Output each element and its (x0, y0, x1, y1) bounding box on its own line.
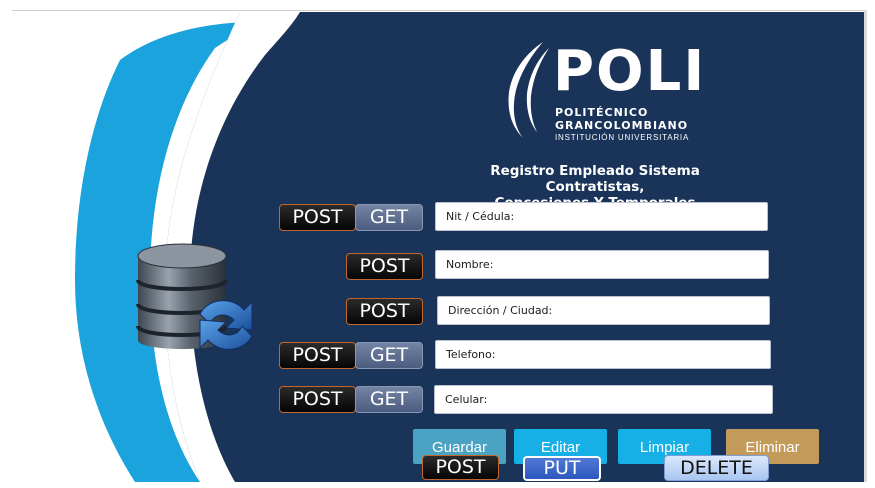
telefono-get-badge[interactable]: GET (355, 342, 423, 369)
poli-flame-icon (508, 42, 549, 138)
celular-field[interactable]: Celular: (434, 385, 773, 414)
celular-get-badge[interactable]: GET (355, 386, 423, 413)
database-sync-icon (136, 243, 253, 350)
nit-post-badge[interactable]: POST (279, 204, 356, 231)
nit-get-badge[interactable]: GET (355, 204, 423, 231)
logo-line-3: INSTITUCIÓN UNIVERSITARIA (555, 133, 690, 142)
poli-logo: POLI POLITÉCNICO GRANCOLOMBIANO INSTITUC… (505, 40, 705, 145)
logo-line-1: POLITÉCNICO (555, 106, 649, 119)
right-edge-bar (864, 10, 867, 482)
eliminar-delete-badge: DELETE (664, 455, 769, 481)
page-title-line-1: Registro Empleado Sistema Contratistas, (490, 163, 700, 195)
logo-line-2: GRANCOLOMBIANO (555, 119, 689, 132)
nit-field[interactable]: Nit / Cédula: (435, 202, 768, 231)
guardar-post-badge: POST (422, 455, 499, 480)
editar-put-badge: PUT (523, 456, 601, 481)
logo-wordmark: POLI (553, 39, 707, 104)
nombre-post-badge[interactable]: POST (346, 253, 423, 280)
telefono-field[interactable]: Telefono: (435, 340, 771, 369)
celular-post-badge[interactable]: POST (279, 386, 356, 413)
telefono-post-badge[interactable]: POST (279, 342, 356, 369)
background-shapes (75, 12, 865, 482)
nombre-field[interactable]: Nombre: (435, 250, 769, 279)
direccion-post-badge[interactable]: POST (346, 298, 423, 325)
direccion-field[interactable]: Dirección / Ciudad: (437, 296, 770, 325)
